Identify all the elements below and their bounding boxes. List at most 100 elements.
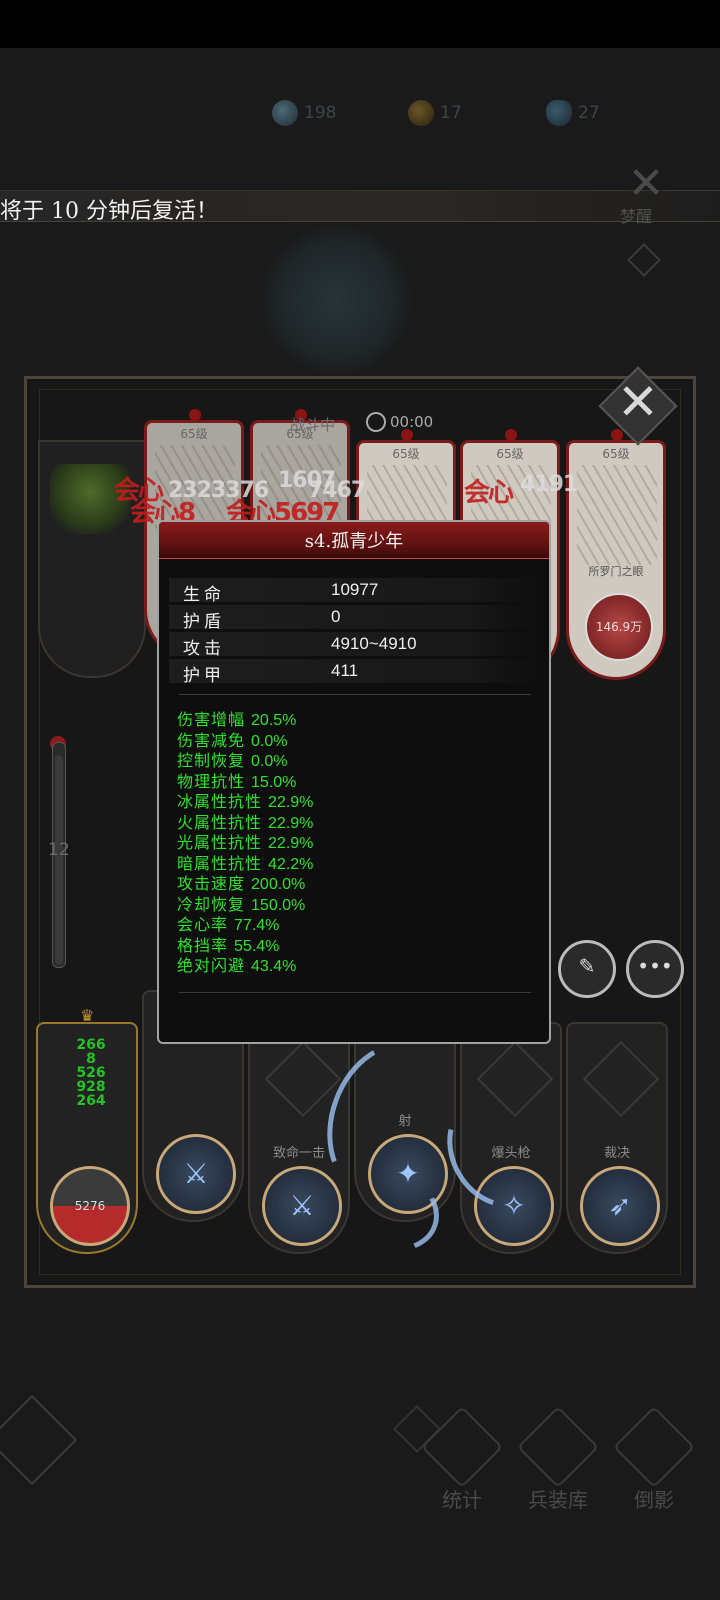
- attr-value: 77.4%: [234, 917, 280, 934]
- combo-number: 8: [86, 1051, 96, 1067]
- unit-stats-popup: s4.孤青少年 生命 10977 护盾 0 攻击 4910~4910 护甲 41…: [157, 520, 551, 1044]
- attr-key: 物理抗性: [177, 771, 246, 791]
- blue-crystal-icon: [546, 100, 572, 126]
- attr-key: 绝对闪避: [177, 956, 246, 975]
- attr-row: 火属性抗性 22.9%: [177, 813, 537, 833]
- attr-value: 0.0%: [251, 732, 288, 750]
- judgment-icon: ➶: [608, 1189, 632, 1222]
- more-options-button[interactable]: •••: [626, 940, 684, 998]
- enemy-level: 65级: [496, 447, 524, 461]
- attr-value: 22.9%: [268, 814, 314, 832]
- attr-value: 15.0%: [251, 773, 297, 791]
- reflection-icon: [612, 1405, 696, 1489]
- nav-label: 兵装库: [528, 1488, 588, 1512]
- stat-key: 攻击: [183, 639, 225, 659]
- attr-value: 43.4%: [251, 958, 297, 975]
- attr-key: 火属性抗性: [177, 812, 263, 832]
- enemy-level: 65级: [180, 427, 208, 441]
- attr-value: 150.0%: [251, 896, 306, 914]
- armory-icon: [516, 1405, 600, 1489]
- timer-value: 00:00: [390, 413, 434, 431]
- skill-name: 裁决: [603, 1146, 630, 1161]
- attr-key: 冷却恢复: [177, 894, 246, 914]
- attr-key: 攻击速度: [177, 874, 246, 893]
- stat-row: 护甲 411: [169, 659, 541, 686]
- combo-number: 266: [76, 1037, 106, 1053]
- boss-level: 65级: [602, 447, 630, 461]
- attr-value: 55.4%: [234, 937, 280, 955]
- skill-orb: ➶: [580, 1166, 660, 1246]
- boss-card[interactable]: 65级 所罗门之眼 146.9万: [566, 429, 666, 680]
- battle-timer: 00:00: [366, 412, 433, 432]
- stat-key: 护盾: [183, 612, 225, 632]
- attr-row: 绝对闪避 43.4%: [177, 956, 537, 976]
- boss-name: 所罗门之眼: [588, 565, 644, 578]
- combo-number: 928: [76, 1079, 106, 1095]
- resource-value: 27: [578, 103, 600, 123]
- enemy-pin-icon: [505, 429, 517, 441]
- wake-label[interactable]: 梦醒: [620, 203, 652, 227]
- attr-key: 伤害增幅: [177, 710, 246, 729]
- attr-row: 攻击速度 200.0%: [177, 874, 537, 894]
- sword-icon: ⚔: [183, 1157, 209, 1190]
- wake-close-icon[interactable]: ✕: [624, 162, 668, 206]
- popup-header: s4.孤青少年: [159, 522, 549, 559]
- boss-art: [577, 465, 657, 565]
- back-swap-icon[interactable]: [0, 1394, 78, 1486]
- attr-value: 0.0%: [251, 753, 288, 770]
- divider: [179, 992, 531, 993]
- stat-value: 10977: [331, 580, 379, 599]
- nav-label: 统计: [442, 1488, 482, 1512]
- nav-stats[interactable]: 统计: [420, 1405, 504, 1513]
- close-icon[interactable]: ✕: [610, 374, 666, 430]
- stat-key: 护甲: [183, 666, 225, 686]
- skill-orb: ⚔: [156, 1134, 236, 1214]
- revive-banner: 将于 10 分钟后复活！: [0, 190, 720, 224]
- attr-value: 42.2%: [268, 855, 314, 873]
- nav-reflection[interactable]: 倒影: [612, 1405, 696, 1513]
- attr-value: 22.9%: [268, 835, 314, 852]
- crit-text: 会心: [464, 478, 514, 508]
- clock-icon: [366, 412, 386, 432]
- attr-key: 格挡率: [177, 935, 229, 955]
- nav-label: 倒影: [634, 1488, 674, 1512]
- attr-key: 控制恢复: [177, 751, 246, 770]
- attr-row: 冷却恢复 150.0%: [177, 895, 537, 915]
- status-bar: [0, 0, 720, 48]
- divider: [179, 694, 531, 695]
- attr-key: 会心率: [177, 915, 229, 934]
- attr-row: 伤害减免 0.0%: [177, 731, 537, 751]
- guild-emblem-icon: [262, 225, 412, 375]
- attr-value: 22.9%: [268, 794, 314, 811]
- enemy-pin-icon: [401, 429, 413, 441]
- enemy-pin-icon: [189, 409, 201, 421]
- chat-note-button[interactable]: ✎: [558, 940, 616, 998]
- attr-key: 伤害减免: [177, 730, 246, 750]
- stats-icon: [420, 1405, 504, 1489]
- attr-row: 冰属性抗性 22.9%: [177, 792, 537, 812]
- attr-value: 200.0%: [251, 876, 306, 893]
- attr-key: 冰属性抗性: [177, 792, 263, 811]
- stat-value: 0: [331, 607, 341, 626]
- nav-armory[interactable]: 兵装库: [516, 1405, 600, 1513]
- enemy-level: 65级: [392, 447, 420, 461]
- sword-strike-icon: ⚔: [289, 1189, 315, 1222]
- combo-number: 526: [76, 1065, 106, 1081]
- blue-orb-icon: [272, 100, 298, 126]
- resource-gold-coin: 17: [408, 100, 462, 126]
- resource-blue-crystal: 27: [546, 100, 600, 126]
- energy-slider-value: 12: [48, 840, 70, 860]
- stat-row: 攻击 4910~4910: [169, 632, 541, 659]
- attr-row: 伤害增幅 20.5%: [177, 710, 537, 730]
- attr-row: 格挡率 55.4%: [177, 936, 537, 956]
- combo-number: 264: [76, 1093, 106, 1109]
- skill-orb: ⚔: [262, 1166, 342, 1246]
- attr-row: 会心率 77.4%: [177, 915, 537, 935]
- rune-icon: [582, 1040, 660, 1118]
- damage-number: 4191: [520, 472, 578, 497]
- attr-key: 光属性抗性: [177, 833, 263, 852]
- stat-value: 411: [331, 661, 359, 680]
- skill-card[interactable]: 裁决 ➶: [566, 1022, 668, 1254]
- attr-row: 物理抗性 15.0%: [177, 772, 537, 792]
- combo-number-stack: 266 8 526 928 264: [70, 1038, 112, 1108]
